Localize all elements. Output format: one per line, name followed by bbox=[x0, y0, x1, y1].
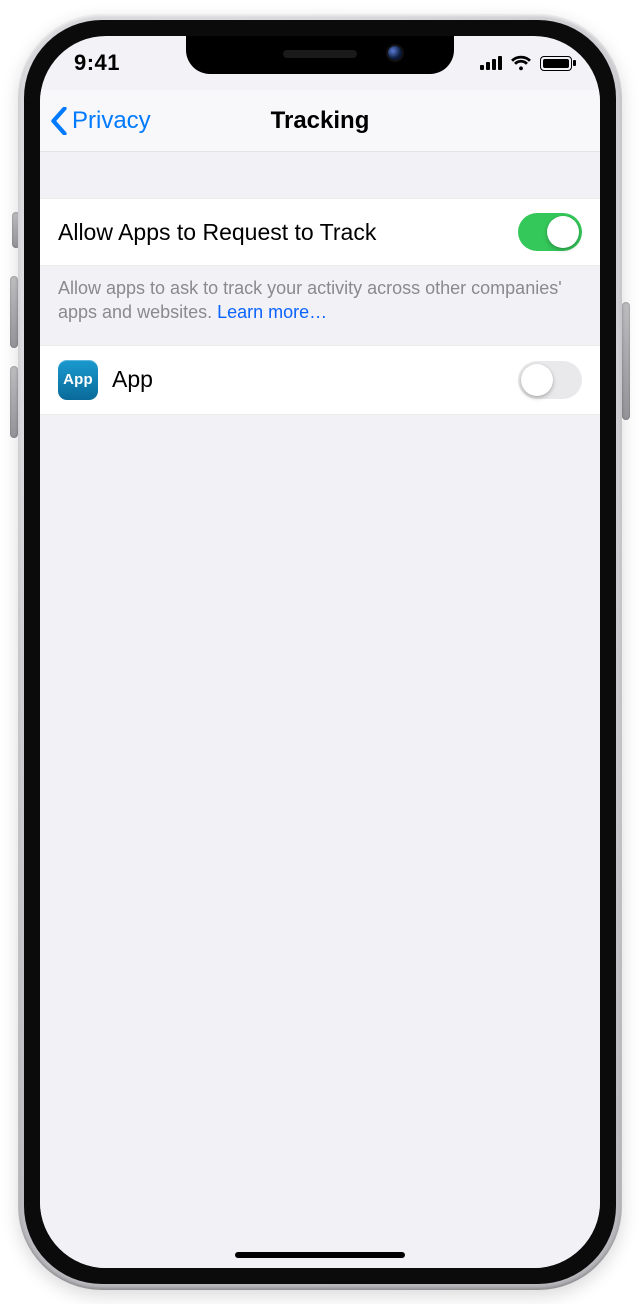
allow-tracking-label: Allow Apps to Request to Track bbox=[58, 219, 376, 246]
section-gap bbox=[40, 152, 600, 198]
speaker-grill bbox=[283, 50, 357, 58]
chevron-left-icon bbox=[50, 107, 68, 135]
app-row-left: App App bbox=[58, 360, 153, 400]
phone-frame: 9:41 Privacy Tracking bbox=[18, 14, 622, 1290]
home-indicator[interactable] bbox=[235, 1252, 405, 1258]
phone-frame-inner: 9:41 Privacy Tracking bbox=[24, 20, 616, 1284]
back-label: Privacy bbox=[72, 107, 151, 135]
apps-list: App App bbox=[40, 345, 600, 415]
wifi-icon bbox=[510, 55, 532, 71]
battery-icon bbox=[540, 56, 572, 71]
status-time: 9:41 bbox=[74, 50, 120, 76]
content: Allow Apps to Request to Track Allow app… bbox=[40, 152, 600, 1268]
learn-more-link[interactable]: Learn more… bbox=[217, 302, 327, 322]
back-button[interactable]: Privacy bbox=[40, 107, 151, 135]
notch bbox=[186, 36, 454, 74]
allow-tracking-row: Allow Apps to Request to Track bbox=[40, 198, 600, 266]
app-icon: App bbox=[58, 360, 98, 400]
power-button[interactable] bbox=[622, 302, 630, 420]
app-row: App App bbox=[40, 345, 600, 415]
app-tracking-switch[interactable] bbox=[518, 361, 582, 399]
app-name-label: App bbox=[112, 366, 153, 393]
screen: 9:41 Privacy Tracking bbox=[40, 36, 600, 1268]
nav-bar: Privacy Tracking bbox=[40, 90, 600, 152]
volume-down-button[interactable] bbox=[10, 366, 18, 438]
allow-tracking-footer: Allow apps to ask to track your activity… bbox=[40, 266, 600, 345]
status-right bbox=[480, 55, 572, 71]
app-icon-text: App bbox=[63, 371, 93, 388]
cellular-bars-icon bbox=[480, 56, 502, 70]
volume-up-button[interactable] bbox=[10, 276, 18, 348]
stage: 9:41 Privacy Tracking bbox=[0, 0, 640, 1304]
allow-tracking-switch[interactable] bbox=[518, 213, 582, 251]
front-camera bbox=[388, 46, 402, 60]
